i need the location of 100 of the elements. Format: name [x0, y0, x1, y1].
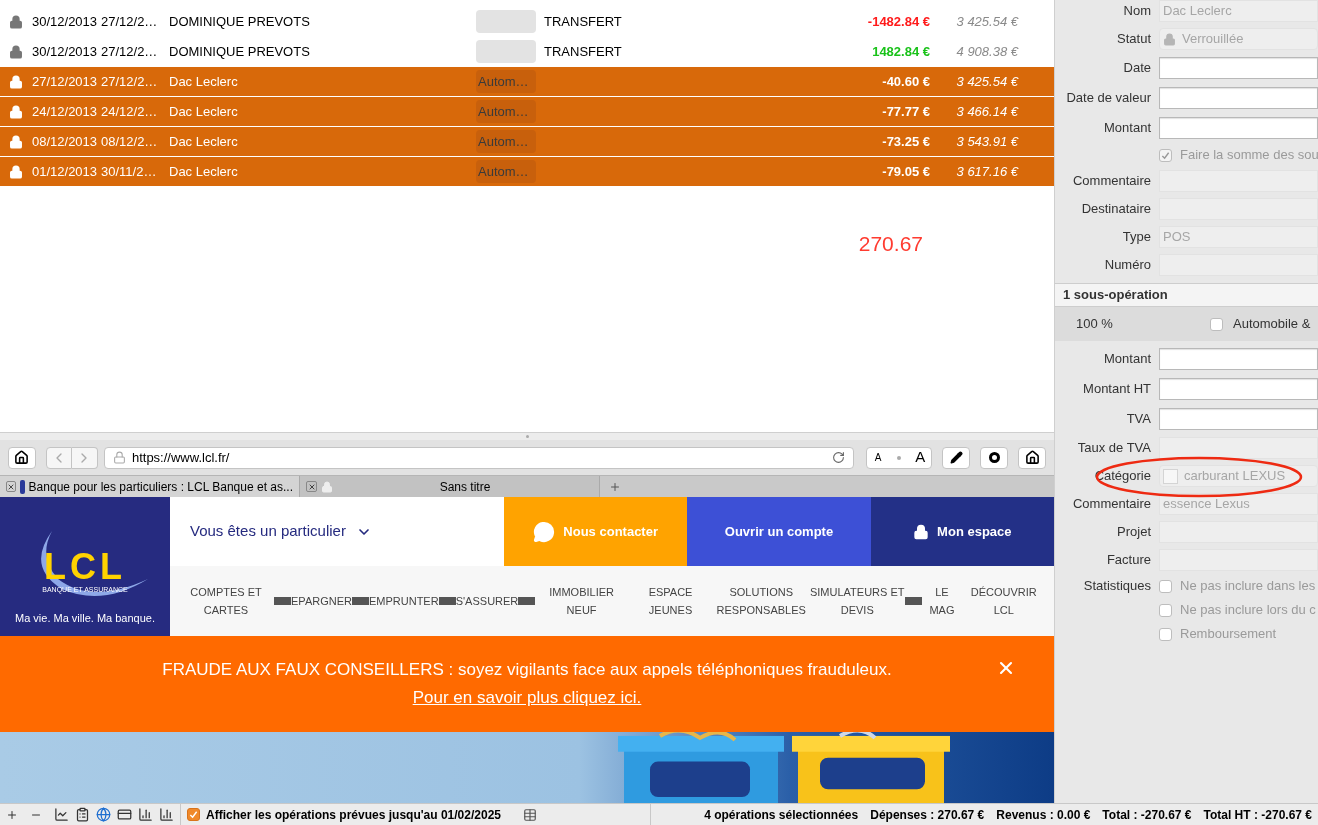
- lock-icon: [1163, 32, 1176, 46]
- statistics-icon[interactable]: [138, 807, 153, 822]
- date-cell-text: 30/12/2013: [32, 42, 99, 61]
- nav-link[interactable]: EMPRUNTER: [369, 592, 439, 610]
- field-label: Nom: [1123, 3, 1151, 19]
- forward-button[interactable]: [71, 446, 98, 469]
- browser-tab[interactable]: Banque pour les particuliers : LCL Banque et as...: [0, 476, 300, 497]
- transaction-row[interactable]: 01/12/2013 30/11/2… Dac Leclerc Autom… -79.05 € 3 617.16 €: [0, 157, 1054, 186]
- field-label: Date de valeur: [1066, 90, 1151, 106]
- clipboard-icon[interactable]: [75, 807, 90, 822]
- balance-cell-text: 3 466.14 €: [955, 102, 1018, 121]
- input-field[interactable]: [1159, 117, 1318, 139]
- date-cell-text: 01/12/2013: [32, 162, 99, 181]
- planned-label: Afficher les opérations prévues jusqu'au 01/02/2025: [206, 806, 501, 824]
- record-button[interactable]: [980, 446, 1009, 469]
- bar-chart-icon[interactable]: [159, 807, 174, 822]
- checkbox-label: Ne pas inclure dans les: [1180, 577, 1316, 596]
- transaction-row[interactable]: 08/12/2013 08/12/2… Dac Leclerc Autom… -73.25 € 3 543.91 €: [0, 127, 1054, 156]
- lock-icon: [112, 451, 126, 464]
- date-cell-text: 24/12/2013: [32, 102, 99, 121]
- nav-link[interactable]: SOLUTIONS RESPONSABLES: [713, 583, 810, 619]
- plus-icon: [609, 480, 621, 493]
- field-label: Montant: [1104, 120, 1151, 136]
- category-label: Automobile &: [1233, 315, 1311, 334]
- add-icon[interactable]: [6, 808, 18, 821]
- alert-text: FRAUDE AUX FAUX CONSEILLERS : soyez vigilants face aux appels téléphoniques frauduleux. Pour en savoir plus cliquez ici.: [161, 659, 893, 709]
- amount-cell-text: -1482.84 €: [866, 12, 930, 31]
- input-field[interactable]: [1159, 87, 1318, 109]
- category-pill: Autom…: [476, 160, 536, 183]
- line-chart-icon[interactable]: [54, 807, 69, 822]
- share-text: 100 %: [1075, 315, 1114, 334]
- checkbox-label: Remboursement: [1180, 625, 1277, 644]
- field-label: Type: [1122, 229, 1151, 245]
- field-label: Date: [1123, 60, 1151, 76]
- home-icon: [14, 450, 30, 465]
- nav-link[interactable]: S'ASSURER: [455, 592, 519, 610]
- nav-link[interactable]: SIMULATEURS ET DEVIS: [809, 583, 906, 619]
- transaction-row[interactable]: 27/12/2013 27/12/2… Dac Leclerc Autom… -40.60 € 3 425.54 €: [0, 67, 1054, 96]
- field-label: Commentaire: [1072, 496, 1151, 512]
- balance-cell-text: 4 908.38 €: [955, 42, 1018, 61]
- nav-link[interactable]: EPARGNER: [291, 592, 352, 610]
- reload-icon[interactable]: [832, 451, 846, 464]
- checkbox[interactable]: [1159, 627, 1172, 641]
- larger-text-button[interactable]: A: [909, 446, 932, 469]
- splitter-handle[interactable]: [525, 435, 529, 438]
- header-action-button[interactable]: Mon espace: [870, 497, 1054, 566]
- nav-link[interactable]: COMPTES ET CARTES: [178, 583, 274, 619]
- tagline: Ma vie. Ma ville. Ma banque.: [15, 610, 155, 626]
- close-icon[interactable]: [306, 481, 317, 492]
- reset-text-icon[interactable]: [897, 455, 902, 460]
- stat-text: Revenus : 0.00 €: [996, 806, 1091, 824]
- checkbox[interactable]: [1210, 317, 1223, 331]
- smaller-text-button[interactable]: A: [867, 450, 890, 465]
- edit-button[interactable]: [942, 446, 971, 469]
- input-field[interactable]: [1159, 348, 1318, 370]
- input-field[interactable]: [1159, 378, 1318, 400]
- value-date-cell-text: 27/12/2…: [101, 72, 159, 91]
- chat-icon: [533, 520, 556, 543]
- input-field[interactable]: [1159, 408, 1318, 430]
- date-cell-text: 27/12/2013: [32, 72, 99, 91]
- balance-cell-text: 3 617.16 €: [955, 162, 1018, 181]
- field-label: TVA: [1126, 411, 1151, 427]
- add-home-button[interactable]: [1018, 446, 1046, 469]
- type-cell-text: TRANSFERT: [544, 42, 623, 61]
- input-field[interactable]: [1159, 57, 1318, 79]
- header-action-button[interactable]: Ouvrir un compte: [687, 497, 871, 566]
- checkbox[interactable]: [1159, 603, 1172, 617]
- browser-tab[interactable]: Sans titre: [300, 476, 600, 497]
- field-label: Commentaire: [1072, 173, 1151, 189]
- home-button[interactable]: [8, 446, 36, 469]
- checkbox[interactable]: [1159, 148, 1172, 162]
- transaction-row[interactable]: 24/12/2013 24/12/2… Dac Leclerc Autom… -77.77 € 3 466.14 €: [0, 97, 1054, 126]
- nav-link[interactable]: LE MAG: [922, 583, 962, 619]
- category-pill: Autom…: [476, 100, 536, 123]
- balance-cell-text: 3 425.54 €: [955, 12, 1018, 31]
- back-button[interactable]: [45, 446, 72, 469]
- pencil-icon: [949, 451, 963, 464]
- globe-icon[interactable]: [96, 807, 111, 822]
- amount-cell-text: -40.60 €: [881, 72, 930, 91]
- field-label: Facture: [1106, 552, 1151, 568]
- value-date-cell-text: 08/12/2…: [101, 132, 159, 151]
- checkbox[interactable]: [1159, 579, 1172, 593]
- checkbox[interactable]: [187, 808, 200, 821]
- card-icon[interactable]: [117, 807, 132, 822]
- field-label: Destinataire: [1081, 201, 1151, 217]
- home-plus-icon: [1024, 450, 1040, 465]
- date-cell-text: 30/12/2013: [32, 12, 99, 31]
- nav-link[interactable]: IMMOBILIER NEUF: [535, 583, 628, 619]
- nav-link[interactable]: DÉCOUVRIR LCL: [961, 583, 1046, 619]
- balance-cell-text: 3 425.54 €: [955, 72, 1018, 91]
- amount-cell-text: -79.05 €: [881, 162, 930, 181]
- category-pill: Autom…: [476, 70, 536, 93]
- section-header: 1 sous-opération: [1055, 283, 1318, 307]
- record-icon: [988, 452, 1000, 463]
- address-field[interactable]: https://www.lcl.fr/: [103, 446, 855, 469]
- payee-cell-text: Dac Leclerc: [169, 162, 239, 181]
- table-icon[interactable]: [523, 807, 537, 822]
- field-label: Montant: [1104, 351, 1151, 367]
- close-icon[interactable]: [6, 481, 16, 492]
- nav-link[interactable]: ESPACE JEUNES: [627, 583, 714, 619]
